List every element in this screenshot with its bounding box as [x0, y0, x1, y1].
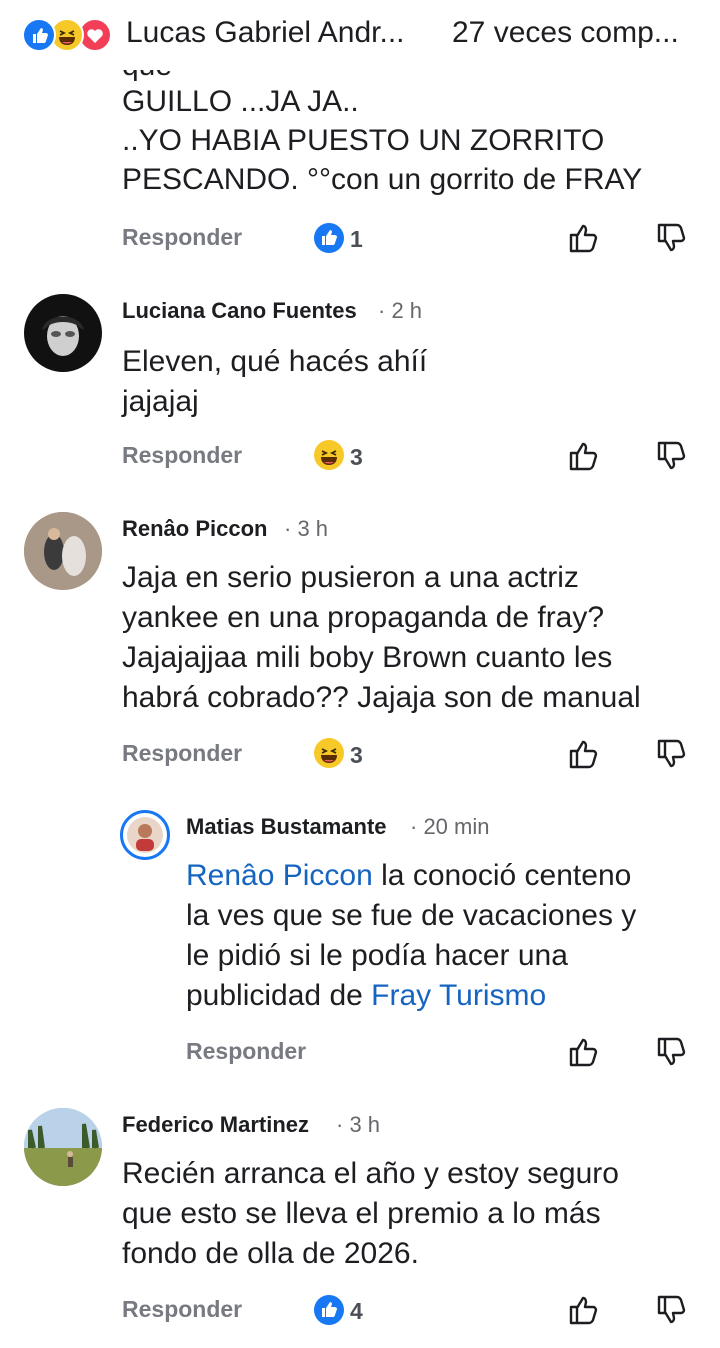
haha-emoji-icon[interactable] [314, 738, 344, 768]
like-icon [22, 18, 56, 52]
comment-text-line: jajajaj [122, 385, 199, 418]
comment-time[interactable]: · 2 h [378, 298, 422, 324]
comment-text-line: PESCANDO. °°con un gorrito de FRAY [122, 163, 643, 196]
thumbs-down-icon[interactable] [654, 1034, 690, 1075]
comment-text-line: Renâo Piccon la conoció centeno [186, 856, 631, 896]
reactions-header: Lucas Gabriel Andr... 27 veces comp... [0, 0, 720, 70]
comment-text-line: la ves que se fue de vacaciones y [186, 899, 637, 932]
comment-author[interactable]: Federico Martinez [122, 1112, 309, 1138]
comment-text-line: fondo de olla de 2026. [122, 1237, 419, 1270]
share-count[interactable]: 27 veces comp... [452, 16, 679, 50]
thumbs-down-icon[interactable] [654, 736, 690, 777]
comment-author[interactable]: Luciana Cano Fuentes [122, 298, 357, 324]
comment-text-line: que esto se lleva el premio a lo más [122, 1197, 601, 1230]
comment-text-line: Recién arranca el año y estoy seguro [122, 1157, 619, 1190]
reply-button[interactable]: Responder [186, 1038, 306, 1065]
thumbs-up-icon[interactable] [566, 1292, 602, 1333]
like-icon[interactable] [314, 1295, 344, 1325]
reply-author[interactable]: Matias Bustamante [186, 814, 387, 840]
thumbs-up-icon[interactable] [566, 438, 602, 479]
comment-text: la conoció centeno [372, 859, 632, 892]
avatar[interactable] [24, 1108, 102, 1186]
comment-author[interactable]: Renâo Piccon [122, 516, 267, 542]
avatar[interactable] [24, 294, 102, 372]
comment-text-line: Jajajajjaa mili boby Brown cuanto les [122, 641, 613, 674]
comment-text-line: GUILLO ...JA JA.. [122, 85, 359, 118]
thumbs-up-icon[interactable] [566, 736, 602, 777]
avatar[interactable] [120, 810, 170, 860]
comment-text-line: Jaja en serio pusieron a una actriz [122, 561, 579, 594]
reply-button[interactable]: Responder [122, 442, 242, 469]
thumbs-down-icon[interactable] [654, 220, 690, 261]
reaction-summary[interactable] [22, 18, 122, 52]
avatar[interactable] [24, 512, 102, 590]
comment-text-line: ..YO HABIA PUESTO UN ZORRITO [122, 124, 605, 157]
thumbs-up-icon[interactable] [566, 220, 602, 261]
reply-time[interactable]: · 20 min [410, 814, 489, 840]
comment-text-line: publicidad de Fray Turismo [186, 976, 546, 1016]
mention-link[interactable]: Fray Turismo [371, 979, 546, 1012]
reaction-count: 3 [350, 742, 363, 768]
commenter-name[interactable]: Lucas Gabriel Andr... [126, 16, 405, 50]
reply-button[interactable]: Responder [122, 740, 242, 767]
thumbs-down-icon[interactable] [654, 438, 690, 479]
thumbs-up-icon[interactable] [566, 1034, 602, 1075]
mention-link[interactable]: Renâo Piccon [186, 859, 373, 892]
reaction-count: 3 [350, 444, 363, 470]
reply-button[interactable]: Responder [122, 1296, 242, 1323]
comment-time[interactable]: · 3 h [336, 1112, 380, 1138]
comment-text-line: habrá cobrado?? Jajaja son de manual [122, 681, 641, 714]
thumbs-down-icon[interactable] [654, 1292, 690, 1333]
reaction-count: 1 [350, 226, 363, 252]
comment-time[interactable]: · 3 h [284, 516, 328, 542]
reaction-count: 4 [350, 1298, 363, 1324]
comment-text-line: le pidió si le podía hacer una [186, 939, 568, 972]
reply-button[interactable]: Responder [122, 224, 242, 251]
comment-text: publicidad de [186, 979, 372, 1012]
haha-emoji-icon[interactable] [314, 440, 344, 470]
comment-text-line: Eleven, qué hacés ahíí [122, 345, 428, 378]
like-icon[interactable] [314, 223, 344, 253]
comment-text-line: yankee en una propaganda de fray? [122, 601, 605, 634]
